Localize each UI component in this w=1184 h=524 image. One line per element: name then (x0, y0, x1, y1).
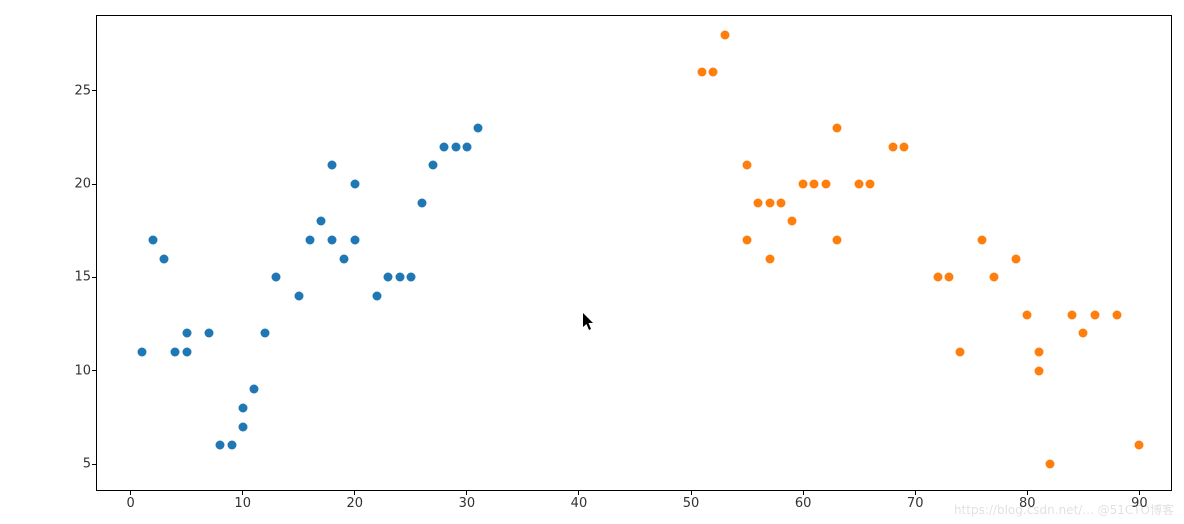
xtick-label: 0 (126, 496, 134, 511)
data-point (866, 180, 875, 189)
data-point (462, 142, 471, 151)
data-point (294, 292, 303, 301)
data-point (328, 161, 337, 170)
data-point (765, 254, 774, 263)
data-point (238, 404, 247, 413)
data-point (227, 441, 236, 450)
data-point (1135, 441, 1144, 450)
data-point (474, 124, 483, 133)
data-point (1068, 310, 1077, 319)
data-point (888, 142, 897, 151)
data-point (384, 273, 393, 282)
ytick-label: 5 (83, 457, 91, 472)
xtick-label: 20 (347, 496, 364, 511)
xtick-label: 70 (907, 496, 924, 511)
data-point (978, 236, 987, 245)
data-point (832, 124, 841, 133)
ytick-label: 25 (74, 83, 91, 98)
data-point (765, 198, 774, 207)
data-point (832, 236, 841, 245)
data-point (317, 217, 326, 226)
data-point (406, 273, 415, 282)
data-point (1034, 366, 1043, 375)
data-point (440, 142, 449, 151)
data-point (720, 30, 729, 39)
data-point (339, 254, 348, 263)
xtick-mark (691, 490, 692, 495)
data-point (1045, 460, 1054, 469)
data-point (1023, 310, 1032, 319)
data-point (855, 180, 864, 189)
data-point (698, 68, 707, 77)
xtick-mark (1139, 490, 1140, 495)
xtick-mark (578, 490, 579, 495)
ytick-mark (92, 464, 97, 465)
data-point (754, 198, 763, 207)
xtick-label: 10 (234, 496, 251, 511)
data-point (810, 180, 819, 189)
data-point (709, 68, 718, 77)
ytick-label: 15 (74, 270, 91, 285)
xtick-mark (803, 490, 804, 495)
data-point (182, 348, 191, 357)
data-point (238, 422, 247, 431)
xtick-mark (354, 490, 355, 495)
data-point (205, 329, 214, 338)
scatter-plot: 5101520250102030405060708090 (96, 15, 1172, 491)
data-point (1112, 310, 1121, 319)
data-point (743, 161, 752, 170)
data-point (1090, 310, 1099, 319)
data-point (216, 441, 225, 450)
data-point (989, 273, 998, 282)
ytick-mark (92, 184, 97, 185)
xtick-mark (1027, 490, 1028, 495)
data-point (451, 142, 460, 151)
data-point (418, 198, 427, 207)
data-point (787, 217, 796, 226)
xtick-label: 50 (683, 496, 700, 511)
xtick-label: 40 (571, 496, 588, 511)
data-point (821, 180, 830, 189)
watermark-text: https://blog.csdn.net/... @51CTO博客 (954, 501, 1174, 518)
data-point (350, 236, 359, 245)
data-point (373, 292, 382, 301)
data-point (328, 236, 337, 245)
xtick-mark (242, 490, 243, 495)
data-point (160, 254, 169, 263)
data-point (261, 329, 270, 338)
xtick-label: 30 (459, 496, 476, 511)
data-point (182, 329, 191, 338)
data-point (1034, 348, 1043, 357)
ytick-mark (92, 90, 97, 91)
ytick-label: 10 (74, 363, 91, 378)
ytick-label: 20 (74, 177, 91, 192)
data-point (305, 236, 314, 245)
data-point (900, 142, 909, 151)
data-point (137, 348, 146, 357)
xtick-mark (466, 490, 467, 495)
xtick-mark (915, 490, 916, 495)
data-point (429, 161, 438, 170)
data-point (350, 180, 359, 189)
data-point (171, 348, 180, 357)
data-point (933, 273, 942, 282)
ytick-mark (92, 277, 97, 278)
data-point (272, 273, 281, 282)
mouse-cursor-icon (583, 313, 597, 335)
data-point (776, 198, 785, 207)
ytick-mark (92, 370, 97, 371)
xtick-mark (130, 490, 131, 495)
data-point (743, 236, 752, 245)
data-point (944, 273, 953, 282)
data-point (799, 180, 808, 189)
data-point (249, 385, 258, 394)
data-point (149, 236, 158, 245)
data-point (1079, 329, 1088, 338)
xtick-label: 60 (795, 496, 812, 511)
data-point (956, 348, 965, 357)
data-point (1012, 254, 1021, 263)
data-point (395, 273, 404, 282)
